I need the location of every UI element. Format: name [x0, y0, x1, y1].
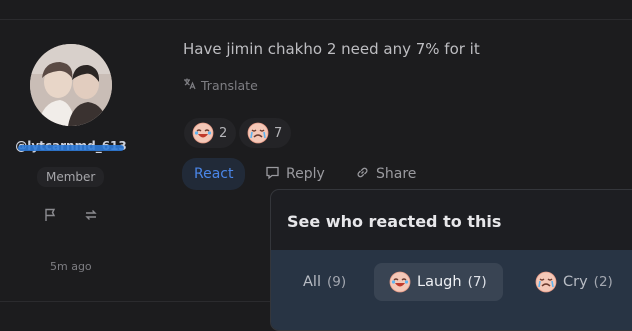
reactions-popup: See who reacted to this All (9) Laugh (7…	[270, 189, 632, 331]
repost-icon[interactable]	[83, 207, 99, 223]
reaction-count: 2	[219, 125, 228, 141]
reaction-pill-cry[interactable]: 7	[239, 118, 292, 148]
reaction-count: 7	[274, 125, 283, 141]
popup-title: See who reacted to this	[287, 212, 502, 231]
author-column: @lytcarnmd_613 Member 5m ago	[0, 20, 168, 301]
username[interactable]: @lytcarnmd_613	[14, 139, 128, 153]
reply-button[interactable]: Reply	[265, 158, 325, 190]
flag-icon[interactable]	[43, 207, 59, 223]
reaction-pill-laugh[interactable]: 2	[184, 118, 237, 148]
react-button[interactable]: React	[182, 158, 246, 190]
tab-all[interactable]: All (9)	[303, 263, 346, 301]
reply-icon	[265, 165, 280, 184]
laugh-emoji-icon	[192, 122, 214, 144]
laugh-emoji-icon	[389, 271, 411, 293]
username-redaction	[18, 145, 124, 151]
avatar[interactable]	[30, 44, 112, 126]
tab-laugh[interactable]: Laugh (7)	[374, 263, 503, 301]
tab-cry[interactable]: Cry (2)	[535, 263, 613, 301]
link-icon	[355, 165, 370, 184]
timestamp: 5m ago	[50, 260, 92, 273]
cry-emoji-icon	[535, 271, 557, 293]
share-button[interactable]: Share	[355, 158, 416, 190]
comment-text: Have jimin chakho 2 need any 7% for it	[183, 40, 480, 58]
translate-button[interactable]: Translate	[183, 77, 258, 93]
translate-icon	[183, 77, 196, 93]
cry-emoji-icon	[247, 122, 269, 144]
role-badge: Member	[37, 167, 105, 187]
